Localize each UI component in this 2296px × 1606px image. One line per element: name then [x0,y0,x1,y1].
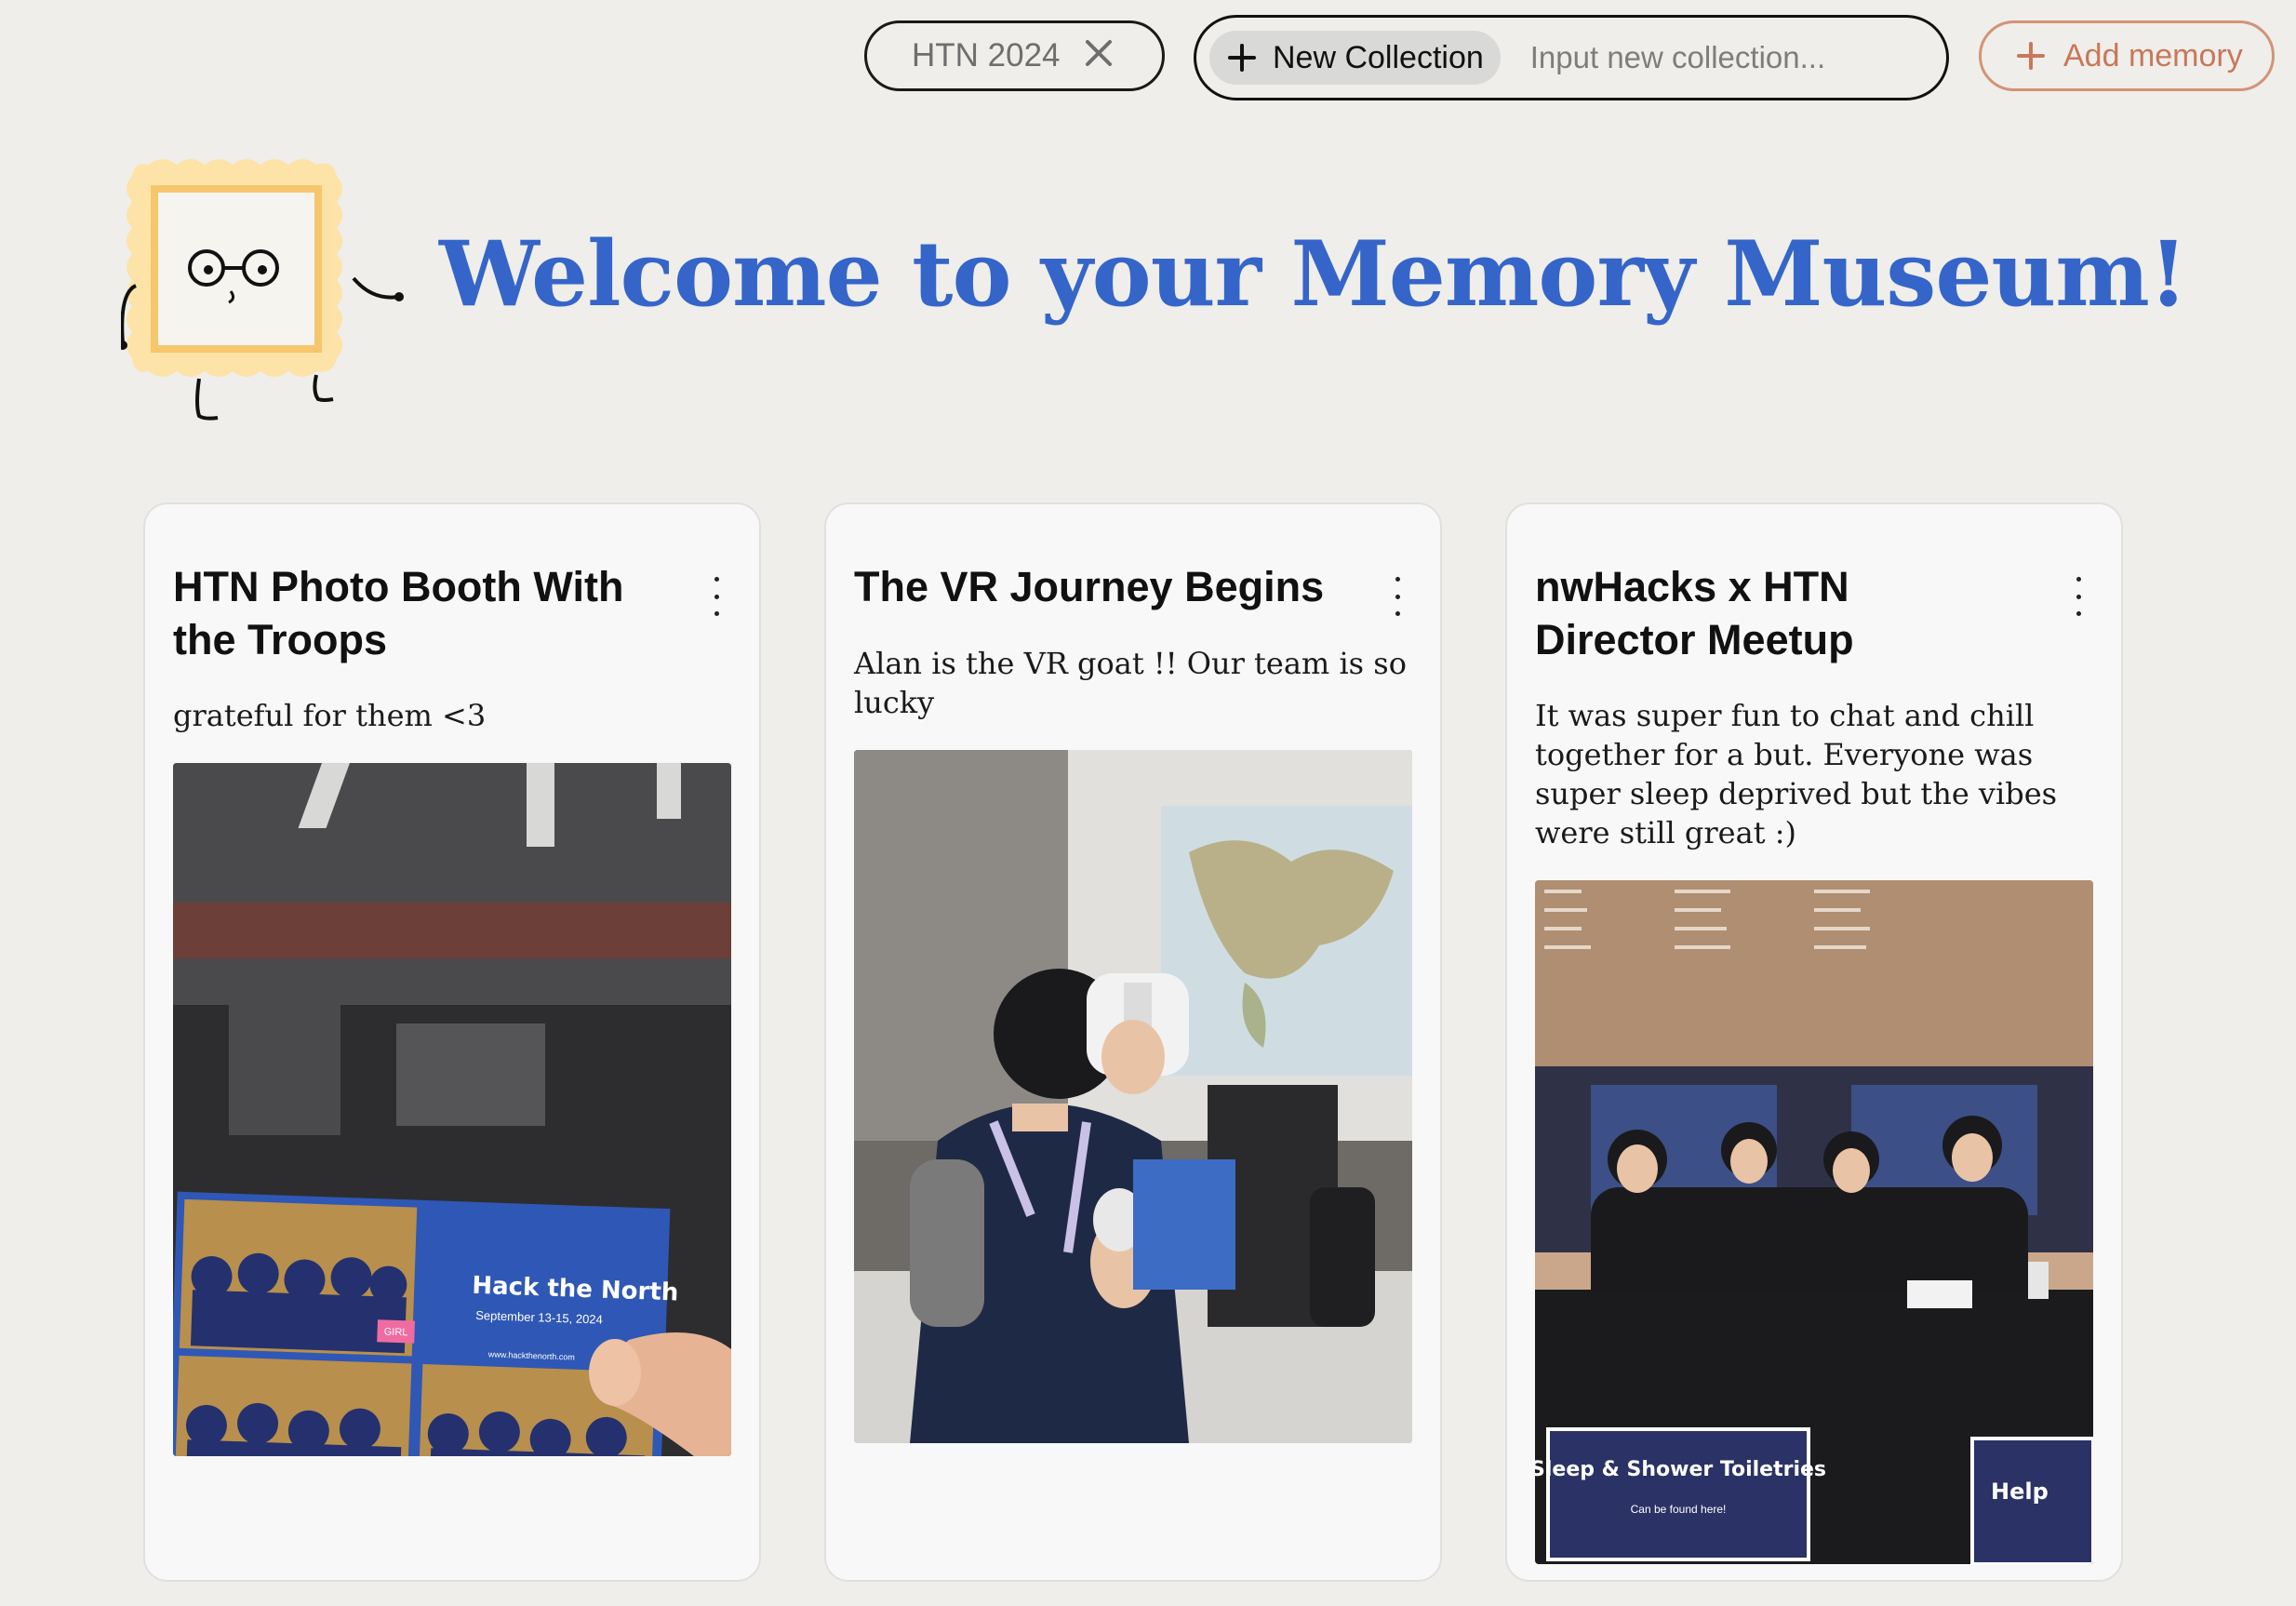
memory-description: grateful for them <3 [173,698,487,733]
memory-title: nwHacks x HTN Director Meetup [1535,563,1854,663]
new-collection-button[interactable]: New Collection [1209,31,1501,85]
memory-card[interactable]: nwHacks x HTN Director Meetup It was sup… [1505,502,2123,1582]
memory-description: It was super fun to chat and chill toget… [1535,698,2058,850]
sign-subtitle: Can be found here! [1631,1503,1727,1516]
memory-title: HTN Photo Booth With the Troops [173,563,624,663]
strip-badge: GIRL [384,1327,408,1339]
plus-icon [1228,44,1256,72]
add-memory-button[interactable]: Add memory [1979,20,2275,91]
add-memory-label: Add memory [2063,37,2243,74]
memory-card[interactable]: HTN Photo Booth With the Troops grateful… [143,502,761,1582]
picture-frame-mascot-icon [121,159,404,421]
memory-photo [854,750,1412,1443]
memory-photo: Sleep & Shower Toiletries Can be found h… [1535,880,2093,1564]
memory-card[interactable]: The VR Journey Begins Alan is the VR goa… [824,502,1442,1582]
collection-chip-label: HTN 2024 [912,37,1061,74]
more-options-icon[interactable] [1392,577,1403,616]
new-collection-input[interactable] [1528,39,1923,76]
close-icon[interactable] [1083,37,1115,69]
new-collection-label: New Collection [1273,39,1484,75]
sign-title: Sleep & Shower Toiletries [1535,1458,1826,1481]
top-toolbar: HTN 2024 New Collection Add memory [0,15,2296,100]
new-collection-group: New Collection [1194,15,1949,100]
memory-photo: GIRL Hack the North September 13-15, 202… [173,763,731,1456]
more-options-icon[interactable] [2073,577,2084,616]
memory-description: Alan is the VR goat !! Our team is so lu… [854,646,1407,720]
plus-icon [2017,42,2045,70]
sign-help: Help [1991,1479,2049,1505]
collection-chip[interactable]: HTN 2024 [864,20,1165,91]
memory-title: The VR Journey Begins [854,563,1325,610]
page-title: Welcome to your Memory Museum! [439,221,2188,327]
more-options-icon[interactable] [711,577,722,616]
